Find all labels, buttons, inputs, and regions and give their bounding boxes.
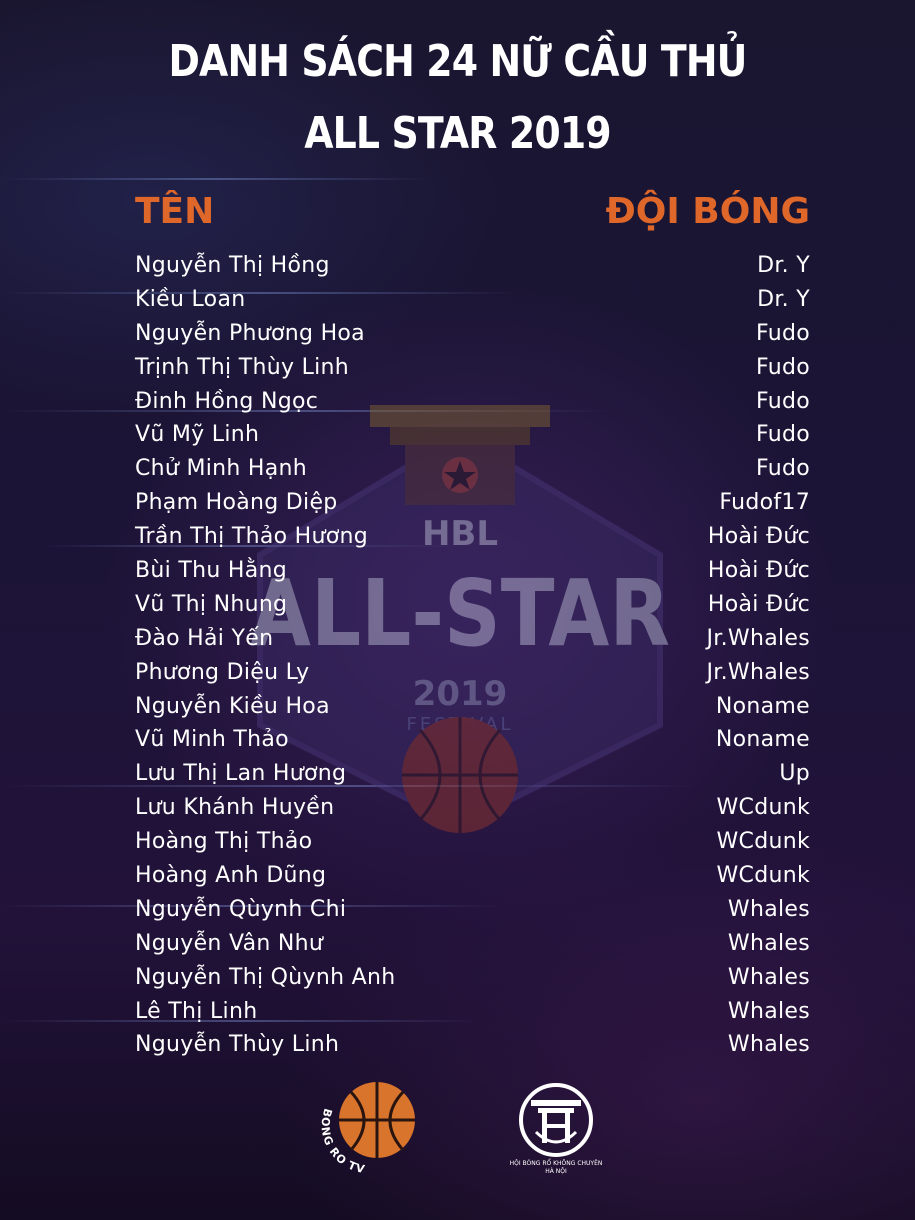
title-line-2: ALL STAR 2019: [304, 108, 611, 159]
player-name: Chử Minh Hạnh: [135, 456, 308, 482]
player-team: Whales: [727, 998, 810, 1024]
player-row: Nguyễn Thùy Linh Whales: [135, 1028, 810, 1062]
player-team: Jr.Whales: [706, 625, 810, 651]
player-team: Whales: [727, 964, 810, 990]
player-row: Hoàng Thị Thảo WCdunk: [135, 825, 810, 859]
player-name: Nguyễn Vân Như: [135, 930, 324, 956]
player-name: Bùi Thu Hằng: [135, 558, 287, 584]
player-team: Jr.Whales: [706, 659, 810, 685]
name-column-header: TÊN: [135, 191, 215, 232]
player-team: Noname: [715, 693, 810, 719]
player-team: Fudo: [755, 388, 810, 414]
player-team: Dr. Y: [757, 286, 810, 312]
player-name: Vũ Mỹ Linh: [135, 422, 260, 448]
player-row: Bùi Thu Hằng Hoài Đức: [135, 554, 810, 588]
player-row: Nguyễn Thị Qùynh Anh Whales: [135, 961, 810, 995]
hoi-caption-line-2: HÀ NỘI: [545, 1168, 567, 1175]
player-team: Whales: [727, 896, 810, 922]
player-name: Phạm Hoàng Diệp: [135, 490, 338, 516]
player-team: Fudo: [755, 422, 810, 448]
player-name: Lê Thị Linh: [135, 998, 258, 1024]
player-row: Nguyễn Phương Hoa Fudo: [135, 317, 810, 351]
player-name: Hoàng Anh Dũng: [135, 863, 327, 889]
player-team: WCdunk: [716, 795, 810, 821]
player-row: Đào Hải Yến Jr.Whales: [135, 622, 810, 656]
player-team: WCdunk: [716, 829, 810, 855]
player-name: Nguyễn Phương Hoa: [135, 320, 365, 346]
player-row: Nguyễn Kiều Hoa Noname: [135, 690, 810, 724]
player-team: Hoài Đức: [707, 558, 810, 584]
player-team: WCdunk: [716, 863, 810, 889]
team-column-header: ĐỘI BÓNG: [605, 191, 810, 232]
player-row: Lưu Thị Lan Hương Up: [135, 757, 810, 791]
player-name: Trần Thị Thảo Hương: [135, 524, 369, 550]
player-roster: Nguyễn Thị Hồng Dr. Y Kiều Loan Dr. Y Nguy…: [135, 249, 810, 1062]
player-row: Phạm Hoàng Diệp Fudof17: [135, 486, 810, 520]
player-row: Vũ Mỹ Linh Fudo: [135, 418, 810, 452]
player-team: Up: [779, 761, 810, 787]
player-row: Vũ Thị Nhung Hoài Đức: [135, 588, 810, 622]
player-name: Hoàng Thị Thảo: [135, 829, 313, 855]
bongro-tv-logo: BONG RO TV: [319, 1082, 415, 1176]
player-team: Fudo: [755, 354, 810, 380]
player-row: Lưu Khánh Huyền WCdunk: [135, 791, 810, 825]
player-team: Whales: [727, 930, 810, 956]
player-name: Phương Diệu Ly: [135, 659, 310, 685]
player-name: Nguyễn Qùynh Chi: [135, 896, 347, 922]
title-line-1: DANH SÁCH 24 NỮ CẦU THỦ: [168, 36, 747, 87]
player-row: Kiều Loan Dr. Y: [135, 283, 810, 317]
player-team: Whales: [727, 1032, 810, 1058]
player-row: Trần Thị Thảo Hương Hoài Đức: [135, 520, 810, 554]
player-row: Vũ Minh Thảo Noname: [135, 723, 810, 757]
player-name: Trịnh Thị Thùy Linh: [135, 354, 350, 380]
player-team: Fudo: [755, 320, 810, 346]
light-streak: [0, 178, 430, 180]
player-name: Nguyễn Thị Hồng: [135, 253, 330, 278]
hoi-caption-line-1: HỘI BÓNG RỔ KHÔNG CHUYÊN: [509, 1160, 603, 1167]
player-team: Hoài Đức: [707, 591, 810, 617]
player-row: Phương Diệu Ly Jr.Whales: [135, 656, 810, 690]
player-row: Chử Minh Hạnh Fudo: [135, 452, 810, 486]
player-team: Dr. Y: [757, 253, 810, 278]
player-row: Đinh Hồng Ngọc Fudo: [135, 385, 810, 419]
player-name: Nguyễn Thị Qùynh Anh: [135, 964, 396, 990]
player-team: Fudof17: [719, 490, 810, 516]
player-team: Noname: [715, 727, 810, 753]
player-row: Hoàng Anh Dũng WCdunk: [135, 859, 810, 893]
player-team: Hoài Đức: [707, 524, 810, 550]
player-name: Vũ Thị Nhung: [135, 591, 288, 617]
hoi-bong-ro-caption: HỘI BÓNG RỔ KHÔNG CHUYÊN HÀ NỘI: [496, 1160, 616, 1176]
player-name: Đinh Hồng Ngọc: [135, 388, 319, 414]
player-name: Đào Hải Yến: [135, 625, 274, 651]
player-team: Fudo: [755, 456, 810, 482]
player-row: Trịnh Thị Thùy Linh Fudo: [135, 351, 810, 385]
player-name: Kiều Loan: [135, 286, 246, 312]
player-name: Vũ Minh Thảo: [135, 727, 289, 753]
player-name: Nguyễn Kiều Hoa: [135, 693, 330, 719]
player-row: Nguyễn Vân Như Whales: [135, 927, 810, 961]
player-row: Lê Thị Linh Whales: [135, 995, 810, 1029]
player-row: Nguyễn Thị Hồng Dr. Y: [135, 249, 810, 283]
player-row: Nguyễn Qùynh Chi Whales: [135, 893, 810, 927]
player-name: Lưu Thị Lan Hương: [135, 761, 347, 787]
player-name: Lưu Khánh Huyền: [135, 795, 335, 821]
player-name: Nguyễn Thùy Linh: [135, 1032, 340, 1058]
